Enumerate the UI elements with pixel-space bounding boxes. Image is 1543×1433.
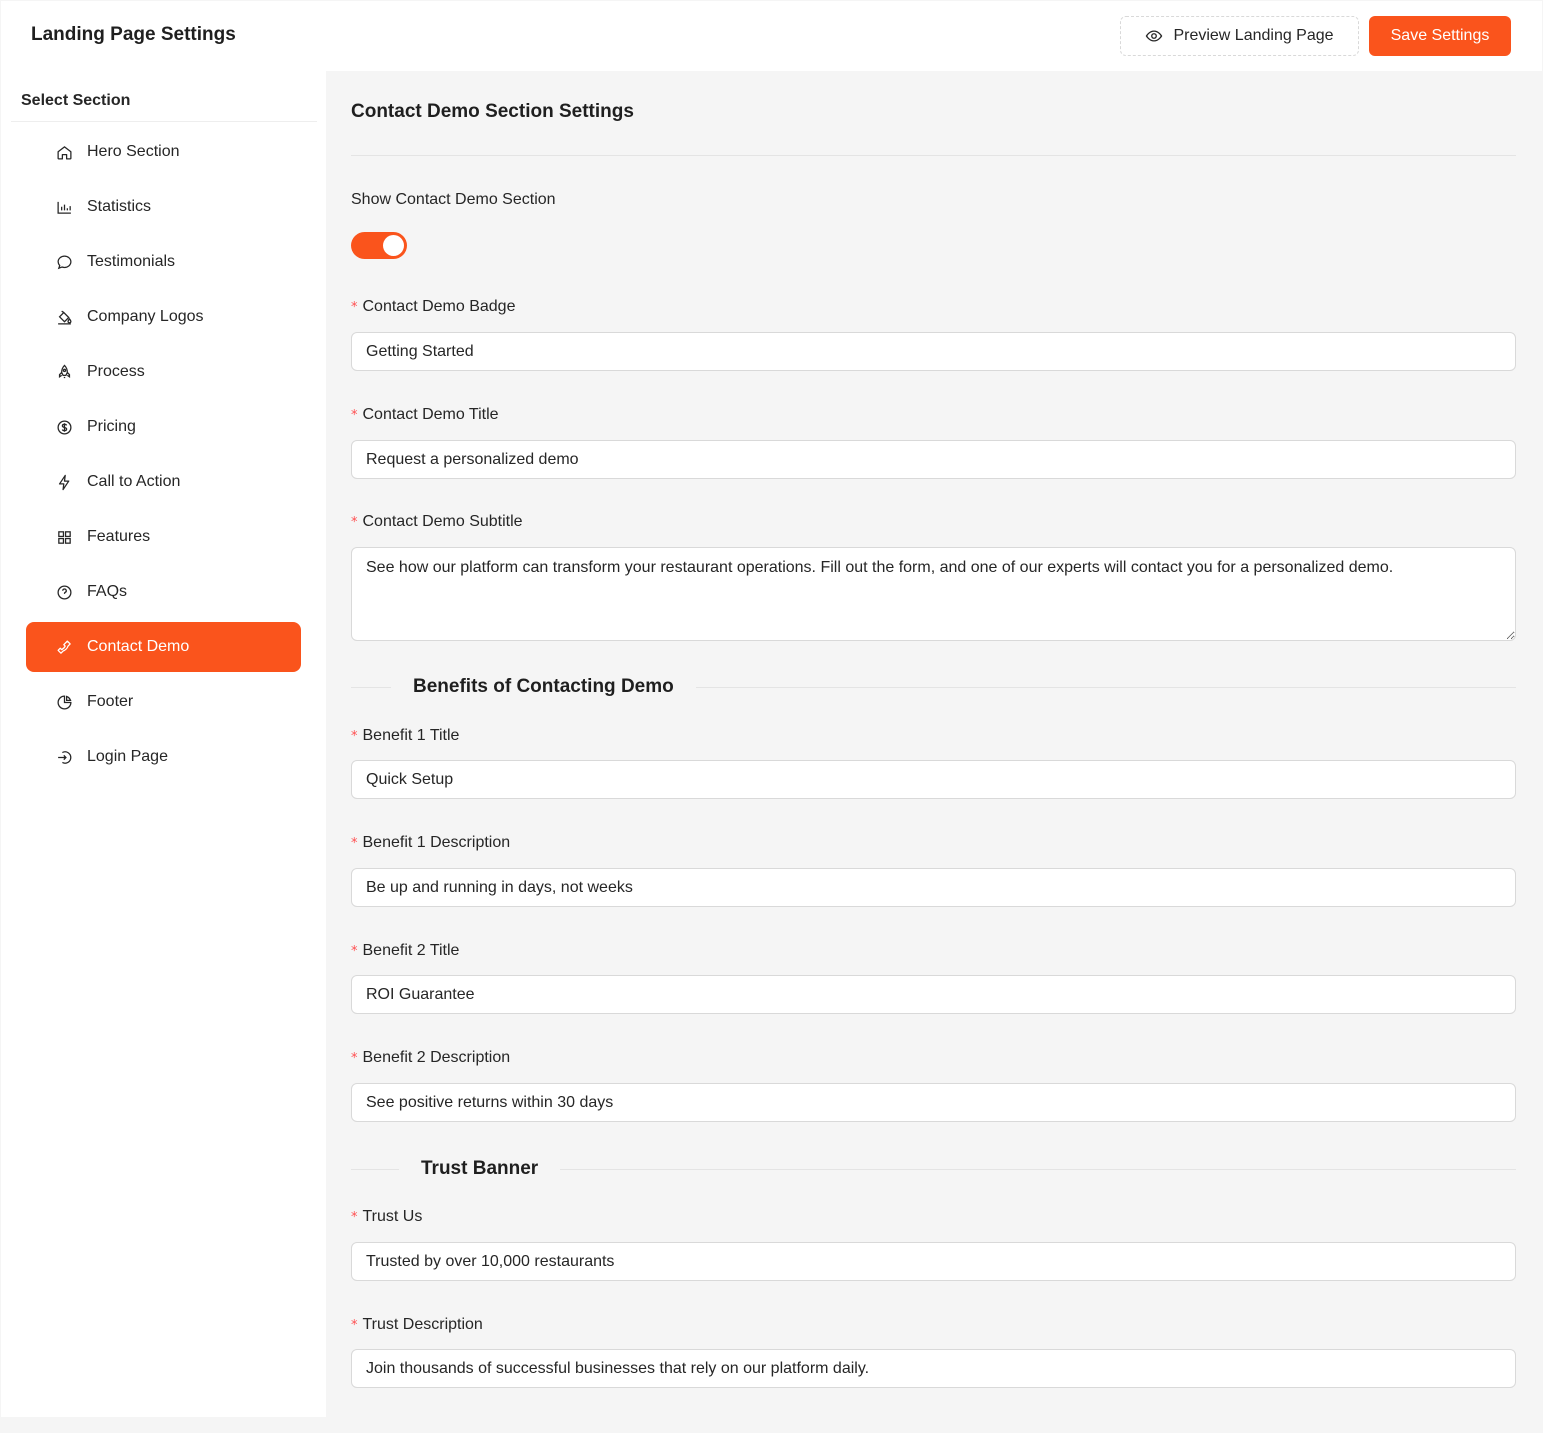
benefits-heading-text: Benefits of Contacting Demo xyxy=(413,676,674,697)
lightning-icon xyxy=(58,474,70,490)
sidebar-item-label: Call to Action xyxy=(87,473,181,490)
benefit2-title-input[interactable] xyxy=(351,975,1516,1014)
benefit1-title-label: * Benefit 1 Title xyxy=(351,727,460,744)
trust-us-input[interactable] xyxy=(351,1242,1516,1281)
section-divider xyxy=(351,155,1516,156)
toggle-knob xyxy=(383,235,404,256)
pie-chart-icon xyxy=(57,694,72,710)
benefit2-desc-label: * Benefit 2 Description xyxy=(351,1049,511,1066)
benefit1-title-input[interactable] xyxy=(351,760,1516,799)
required-asterisk: * xyxy=(351,729,358,744)
sidebar-item-label: Process xyxy=(87,363,145,380)
sidebar-item-features[interactable]: Features xyxy=(26,512,301,562)
rocket-icon xyxy=(58,364,71,378)
sidebar-item-label: Pricing xyxy=(87,418,136,435)
sidebar-item-label: FAQs xyxy=(87,583,128,600)
sidebar-item-label: Company Logos xyxy=(87,308,204,325)
required-asterisk: * xyxy=(351,1051,358,1066)
sidebar-item-label: Statistics xyxy=(87,198,152,215)
benefit2-desc-input[interactable] xyxy=(351,1083,1516,1122)
sidebar-item-pricing[interactable]: Pricing xyxy=(26,402,301,452)
sidebar-item-label: Features xyxy=(87,528,151,545)
question-circle-icon xyxy=(57,584,72,600)
home-icon xyxy=(57,145,72,160)
login-icon xyxy=(58,750,72,764)
bar-chart-icon xyxy=(57,201,71,214)
sidebar-item-hero-section[interactable]: Hero Section xyxy=(26,127,301,177)
sidebar-item-contact-demo[interactable]: Contact Demo xyxy=(26,622,301,672)
sidebar-item-statistics[interactable]: Statistics xyxy=(26,182,301,232)
heading-divider-left xyxy=(351,686,391,688)
sidebar-item-process[interactable]: Process xyxy=(26,347,301,397)
required-asterisk: * xyxy=(351,1210,358,1225)
required-asterisk: * xyxy=(351,300,358,315)
subtitle-textarea[interactable]: See how our platform can transform your … xyxy=(351,547,1516,641)
required-asterisk: * xyxy=(351,944,358,959)
app-frame: Landing Page Settings Preview Landing Pa… xyxy=(1,1,1542,1417)
heading-divider-right xyxy=(560,1168,1516,1170)
benefit2-title-label: * Benefit 2 Title xyxy=(351,942,460,959)
sidebar-item-login-page[interactable]: Login Page xyxy=(26,732,301,782)
sidebar-title: Select Section xyxy=(21,92,131,109)
paint-bucket-icon xyxy=(58,310,72,325)
trust-desc-input[interactable] xyxy=(351,1349,1516,1388)
dollar-circle-icon xyxy=(57,419,72,435)
trust-us-label: * Trust Us xyxy=(351,1208,423,1225)
sidebar-item-label: Testimonials xyxy=(87,253,176,270)
sidebar-item-footer[interactable]: Footer xyxy=(26,677,301,727)
trust-heading-text: Trust Banner xyxy=(421,1158,539,1179)
sidebar-item-label: Hero Section xyxy=(87,143,180,160)
subtitle-label: * Contact Demo Subtitle xyxy=(351,513,523,530)
show-section-label: Show Contact Demo Section xyxy=(351,191,556,208)
sidebar-item-call-to-action[interactable]: Call to Action xyxy=(26,457,301,507)
sidebar-item-label: Login Page xyxy=(87,748,168,765)
required-asterisk: * xyxy=(351,515,358,530)
benefits-heading: Benefits of Contacting Demo xyxy=(351,675,1516,699)
trust-desc-label: * Trust Description xyxy=(351,1316,483,1333)
section-title: Contact Demo Section Settings xyxy=(351,101,634,122)
sidebar-item-faqs[interactable]: FAQs xyxy=(26,567,301,617)
benefit1-desc-label: * Benefit 1 Description xyxy=(351,834,511,851)
sidebar-item-label: Contact Demo xyxy=(87,638,190,655)
preview-button-label: Preview Landing Page xyxy=(1173,27,1334,44)
sidebar: Select Section Hero Section Statistics T… xyxy=(1,71,326,1417)
sidebar-item-label: Footer xyxy=(87,693,134,710)
required-asterisk: * xyxy=(351,836,358,851)
sidebar-divider xyxy=(11,121,317,122)
phone-icon xyxy=(57,639,71,654)
save-settings-button[interactable]: Save Settings xyxy=(1369,16,1511,56)
preview-landing-page-button[interactable]: Preview Landing Page xyxy=(1120,16,1359,56)
top-header: Landing Page Settings Preview Landing Pa… xyxy=(1,1,1542,71)
heading-divider-right xyxy=(695,686,1516,688)
page-title: Landing Page Settings xyxy=(31,24,236,45)
badge-input[interactable] xyxy=(351,332,1516,371)
required-asterisk: * xyxy=(351,1318,358,1333)
show-section-toggle[interactable] xyxy=(351,232,407,259)
eye-icon xyxy=(1146,30,1163,42)
sidebar-item-testimonials[interactable]: Testimonials xyxy=(26,237,301,287)
benefit1-desc-input[interactable] xyxy=(351,868,1516,907)
grid-icon xyxy=(58,530,71,544)
trust-banner-heading: Trust Banner xyxy=(351,1157,1516,1181)
title-label: * Contact Demo Title xyxy=(351,406,499,423)
section-menu: Hero Section Statistics Testimonials Com… xyxy=(26,127,301,787)
heading-divider-left xyxy=(351,1168,399,1170)
badge-label: * Contact Demo Badge xyxy=(351,298,516,315)
sidebar-item-company-logos[interactable]: Company Logos xyxy=(26,292,301,342)
required-asterisk: * xyxy=(351,408,358,423)
chat-bubble-icon xyxy=(57,254,72,269)
title-input[interactable] xyxy=(351,440,1516,479)
